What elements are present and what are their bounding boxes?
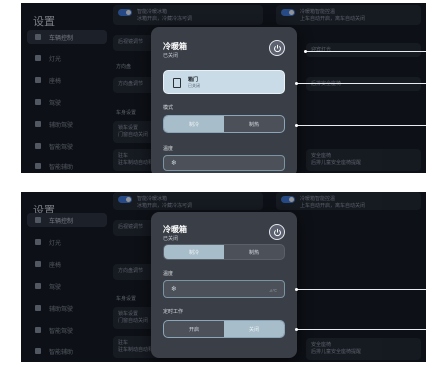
sidebar-item-smart-drive[interactable]: 智能驾驶: [27, 139, 107, 153]
dialog-status: 已关闭: [163, 236, 179, 242]
setting-cooler[interactable]: 冷暖箱智能控温 上车自动开启，离车自动关闭: [276, 192, 421, 210]
assist-icon: [35, 121, 41, 127]
temp-slider[interactable]: ❄: [163, 155, 285, 171]
section-body: 车身设置: [116, 110, 137, 116]
callout-line-timer: [297, 329, 426, 330]
callout-line-door: [297, 83, 426, 84]
sidebar-item-light[interactable]: 灯光: [27, 51, 107, 65]
power-button[interactable]: [269, 224, 285, 240]
mode-heat-option[interactable]: 制热: [224, 245, 284, 259]
sidebar-item-smart-drive[interactable]: 智能驾驶: [27, 323, 107, 337]
smart-drive-icon: [35, 143, 41, 149]
timer-label: 定时工作: [163, 309, 184, 315]
power-icon: [273, 228, 281, 236]
sidebar-item-assist[interactable]: 辅助驾驶: [27, 301, 107, 315]
sidebar-item-car-control[interactable]: 车辆控制: [27, 213, 107, 227]
setting-safety-seat[interactable]: 安全座椅 后排儿童安全座椅提醒: [306, 149, 421, 171]
timer-off-option[interactable]: 关闭: [224, 321, 284, 337]
power-icon: [273, 44, 281, 52]
mode-heat-option[interactable]: 制热: [224, 116, 284, 132]
dialog-title: 冷暖箱: [163, 225, 187, 234]
settings-title: 设置: [33, 16, 55, 28]
sidebar-item-smart-assist[interactable]: 智能辅助: [27, 344, 107, 358]
setting-fridge[interactable]: 智能冷暖冰箱 冰箱开启，冷藏冷冻可调: [113, 192, 263, 210]
setting-fridge[interactable]: 智能冷暖冰箱 冰箱开启，冷藏冷冻可调: [113, 5, 263, 25]
callout-dot-power: [304, 50, 307, 53]
sidebar-item-seat[interactable]: 座椅: [27, 257, 107, 271]
setting-rear-seat[interactable]: 后排安全座椅: [306, 77, 421, 91]
sidebar-item-smart-assist[interactable]: 智能辅助: [27, 159, 107, 173]
setting-safety-seat[interactable]: 安全座椅 后排儿童安全座椅提醒: [306, 338, 421, 360]
callout-line-power: [306, 51, 426, 52]
cooler-toggle[interactable]: [281, 196, 295, 203]
temp-label: 温度: [163, 146, 174, 152]
callout-dot-door: [295, 82, 298, 85]
smart-assist-icon: [35, 348, 41, 354]
section-steering: 方向盘: [116, 64, 132, 70]
smart-drive-icon: [35, 327, 41, 333]
mode-cool-option[interactable]: 制冷: [164, 245, 224, 259]
cooler-dialog: 冷暖箱 已关闭 制冷 制热 温度 ❄ -8℃ 定时工作 开启 关闭: [151, 212, 297, 358]
light-icon: [35, 239, 41, 245]
temp-value: -8℃: [268, 288, 277, 293]
setting-cooler[interactable]: 冷暖箱智能控温 上车自动开启，离车自动关闭: [276, 5, 421, 25]
seat-icon: [35, 261, 41, 267]
cooler-toggle[interactable]: [281, 9, 295, 16]
timer-segment[interactable]: 开启 关闭: [163, 320, 285, 338]
callout-dot-timer: [295, 328, 298, 331]
cooler-dialog: 冷暖箱 已关闭 箱门 已关闭 模式 制冷 制热 温度 ❄: [151, 27, 297, 173]
drive-icon: [35, 99, 41, 105]
callout-line-mode: [297, 125, 426, 126]
mode-segment[interactable]: 制冷 制热: [163, 244, 285, 260]
mode-label: 模式: [163, 105, 174, 111]
section-body: 车身设置: [116, 296, 137, 302]
smart-assist-icon: [35, 163, 41, 169]
fridge-toggle[interactable]: [118, 196, 132, 203]
sidebar-item-car-control[interactable]: 车辆控制: [27, 30, 107, 44]
mode-cool-option[interactable]: 制冷: [164, 116, 224, 132]
sidebar-item-light[interactable]: 灯光: [27, 235, 107, 249]
callout-dot-temp: [295, 288, 298, 291]
callout-dot-mode: [295, 124, 298, 127]
sidebar-item-seat[interactable]: 座椅: [27, 73, 107, 87]
assist-icon: [35, 305, 41, 311]
seat-icon: [35, 77, 41, 83]
sidebar-item-drive[interactable]: 驾驶: [27, 95, 107, 109]
mode-segment[interactable]: 制冷 制热: [163, 115, 285, 133]
callout-line-temp: [297, 289, 426, 290]
temp-slider[interactable]: ❄ -8℃: [163, 280, 285, 298]
car-control-icon: [35, 217, 41, 223]
sidebar-item-drive[interactable]: 驾驶: [27, 279, 107, 293]
snowflake-icon: ❄: [171, 286, 177, 293]
dialog-title: 冷暖箱: [163, 42, 187, 51]
setting-welcome-light[interactable]: 迎宾灯光: [306, 43, 421, 57]
temp-label: 温度: [163, 271, 174, 277]
screen-bottom: 设置 车辆控制 灯光 座椅 驾驶 辅助驾驶 智能驾驶 智能辅助 智能冷暖冰箱 冰…: [21, 192, 426, 362]
door-card[interactable]: 箱门 已关闭: [163, 70, 285, 94]
timer-on-option[interactable]: 开启: [164, 321, 224, 337]
light-icon: [35, 55, 41, 61]
snowflake-icon: ❄: [171, 160, 177, 167]
door-icon: [173, 78, 181, 88]
sidebar-item-assist[interactable]: 辅助驾驶: [27, 117, 107, 131]
drive-icon: [35, 283, 41, 289]
fridge-toggle[interactable]: [118, 9, 132, 16]
car-control-icon: [35, 34, 41, 40]
power-button[interactable]: [269, 40, 285, 56]
dialog-status: 已关闭: [163, 53, 179, 59]
screen-top: 设置 车辆控制 灯光 座椅 驾驶 辅助驾驶 智能驾驶 智能辅助 智能冷暖冰箱 冰…: [21, 3, 426, 173]
